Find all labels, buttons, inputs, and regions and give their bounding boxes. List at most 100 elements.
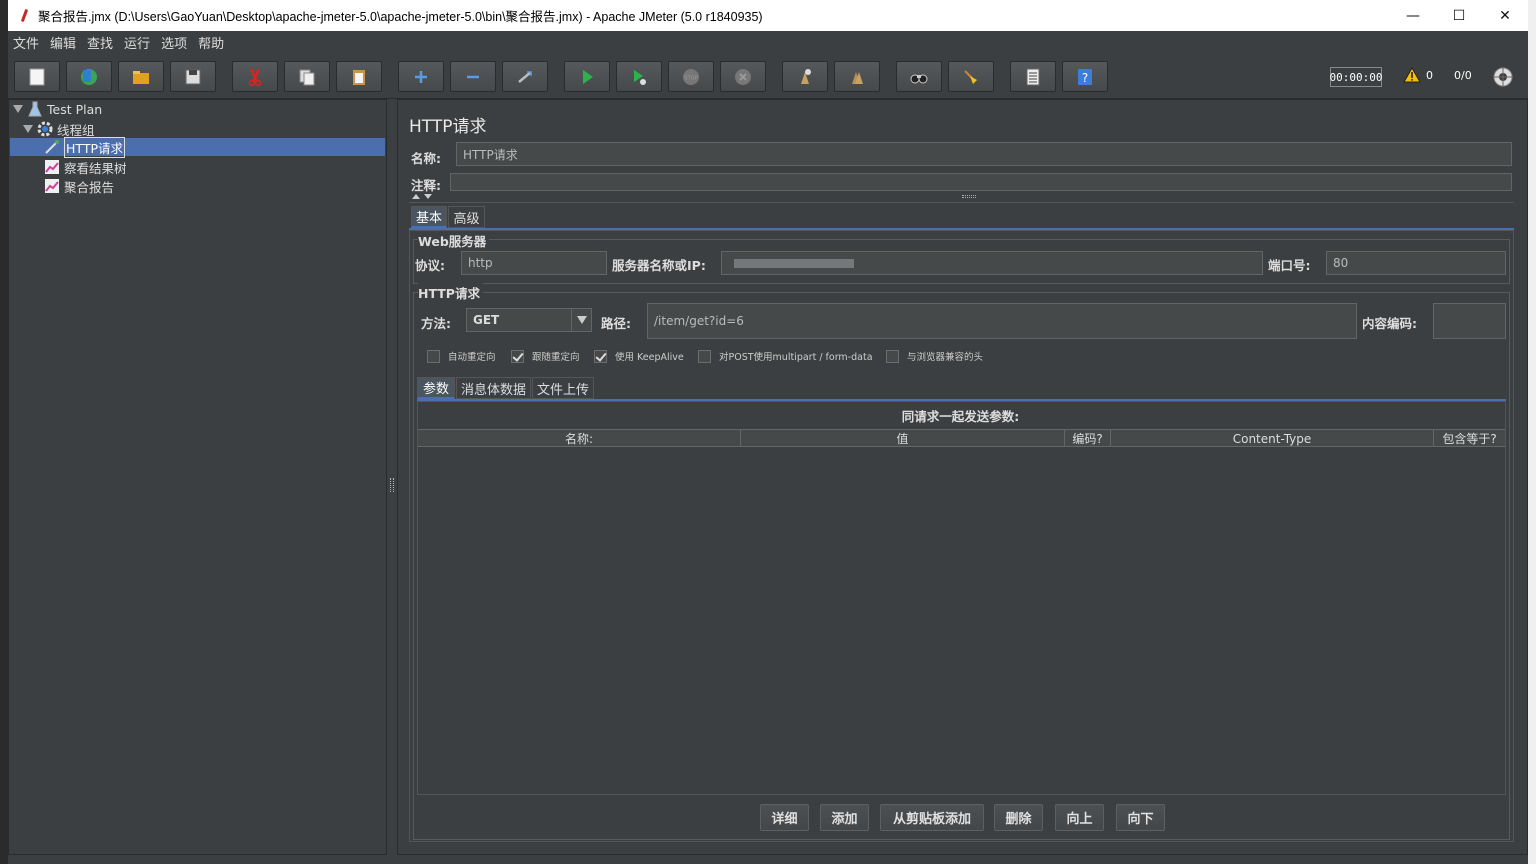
tree-item-test-plan[interactable]: Test Plan	[13, 100, 102, 118]
parameters-table-body[interactable]	[418, 448, 1505, 794]
checkbox-box[interactable]	[427, 349, 440, 363]
comment-resize-grip[interactable]	[962, 195, 976, 198]
menu-options[interactable]: 选项	[156, 33, 193, 52]
follow-redirects-checkbox[interactable]: 跟随重定向	[511, 349, 580, 363]
table-buttons: 详细 添加 从剪贴板添加 删除 向上 向下	[398, 804, 1523, 832]
protocol-input[interactable]: http	[461, 251, 607, 275]
jmeter-feather-icon	[18, 8, 32, 24]
expand-button[interactable]	[398, 61, 444, 92]
open-button[interactable]	[118, 61, 164, 92]
listener-chart-icon	[44, 159, 60, 175]
keepalive-checkbox[interactable]: 使用 KeepAlive	[594, 349, 684, 363]
clear-all-button[interactable]	[834, 61, 880, 92]
start-button[interactable]	[564, 61, 610, 92]
new-button[interactable]	[14, 61, 60, 92]
cut-button[interactable]	[232, 61, 278, 92]
clipboard-icon	[353, 69, 365, 85]
window-title: 聚合报告.jmx (D:\Users\GaoYuan\Desktop\apach…	[38, 10, 763, 24]
tab-body-data[interactable]: 消息体数据	[456, 377, 531, 399]
tree-item-view-results-tree[interactable]: 察看结果树	[44, 158, 127, 176]
web-server-group-title: Web服务器	[418, 231, 490, 250]
tree-item-label: 聚合报告	[64, 179, 115, 195]
function-helper-button[interactable]	[1010, 61, 1056, 92]
http-request-group-title: HTTP请求	[418, 283, 483, 302]
split-pane-divider[interactable]	[387, 99, 397, 855]
tab-advanced[interactable]: 高级	[448, 206, 485, 228]
collapse-button[interactable]	[450, 61, 496, 92]
tab-basic[interactable]: 基本	[411, 206, 447, 228]
tree-item-thread-group[interactable]: 线程组	[23, 120, 95, 138]
expanded-triangle-icon[interactable]	[13, 105, 23, 113]
name-input[interactable]: HTTP请求	[456, 142, 1512, 166]
column-header-content-type[interactable]: Content-Type	[1111, 430, 1434, 447]
stop-button[interactable]: STOP	[668, 61, 714, 92]
browser-compatible-headers-checkbox[interactable]: 与浏览器兼容的头	[886, 349, 983, 363]
multipart-checkbox[interactable]: 对POST使用multipart / form-data	[698, 349, 873, 363]
content-encoding-input[interactable]	[1433, 303, 1506, 339]
comment-input[interactable]	[450, 173, 1512, 191]
paste-button[interactable]	[336, 61, 382, 92]
move-down-button[interactable]: 向下	[1116, 804, 1165, 831]
column-header-name[interactable]: 名称:	[418, 430, 741, 447]
toggle-button[interactable]	[502, 61, 548, 92]
menu-search[interactable]: 查找	[82, 33, 119, 52]
method-label: 方法:	[421, 316, 451, 331]
expanded-triangle-icon[interactable]	[23, 125, 33, 133]
close-button[interactable]: ✕	[1482, 0, 1528, 31]
collapse-arrows-icon[interactable]	[411, 192, 435, 200]
reset-search-button[interactable]	[948, 61, 994, 92]
column-header-include-equals[interactable]: 包含等于?	[1434, 430, 1505, 447]
play-no-timer-icon	[634, 69, 646, 85]
shutdown-button[interactable]	[720, 61, 766, 92]
remote-globe-icon[interactable]	[1492, 66, 1514, 88]
method-select[interactable]: GET	[466, 308, 592, 332]
warning-indicator[interactable]: 0	[1403, 67, 1433, 83]
split-grip[interactable]	[390, 478, 394, 492]
http-request-editor: HTTP请求 名称: HTTP请求 注释: 基本 高级 Web服务器 协议: h…	[397, 99, 1528, 855]
server-name-label: 服务器名称或IP:	[612, 258, 706, 273]
templates-icon	[81, 68, 97, 85]
minimize-button[interactable]: —	[1390, 0, 1436, 31]
move-up-button[interactable]: 向上	[1055, 804, 1104, 831]
templates-button[interactable]	[66, 61, 112, 92]
tree-item-aggregate-report[interactable]: 聚合报告	[44, 177, 114, 195]
add-button[interactable]: 添加	[820, 804, 869, 831]
server-name-input[interactable]	[721, 251, 1263, 275]
tree-item-http-request[interactable]: HTTP请求	[10, 136, 385, 158]
auto-redirect-checkbox[interactable]: 自动重定向	[427, 349, 496, 363]
start-no-pauses-button[interactable]	[616, 61, 662, 92]
checkbox-box[interactable]	[594, 349, 607, 363]
panel-title: HTTP请求	[409, 117, 487, 137]
tab-files-upload[interactable]: 文件上传	[532, 377, 594, 399]
column-header-encode[interactable]: 编码?	[1065, 430, 1111, 447]
window-right-border	[1528, 0, 1536, 864]
add-from-clipboard-button[interactable]: 从剪贴板添加	[880, 804, 984, 831]
menu-run[interactable]: 运行	[119, 33, 156, 52]
save-button[interactable]	[170, 61, 216, 92]
tab-parameters[interactable]: 参数	[417, 377, 455, 399]
checkbox-box[interactable]	[886, 349, 899, 363]
test-plan-tree: Test Plan 线程组 HTTP请求 察看结果树 聚合报告	[8, 99, 387, 855]
maximize-button[interactable]: ☐	[1436, 0, 1482, 31]
checkbox-label: 对POST使用multipart / form-data	[719, 352, 873, 363]
checkbox-label: 跟随重定向	[532, 352, 580, 363]
port-input[interactable]: 80	[1326, 251, 1506, 275]
menu-help[interactable]: 帮助	[193, 33, 230, 52]
save-disk-icon	[185, 69, 201, 84]
checkbox-box[interactable]	[698, 349, 711, 363]
copy-button[interactable]	[284, 61, 330, 92]
clear-button[interactable]	[782, 61, 828, 92]
detail-button[interactable]: 详细	[760, 804, 809, 831]
play-icon	[583, 69, 593, 84]
menu-edit[interactable]: 编辑	[45, 33, 82, 52]
column-header-value[interactable]: 值	[741, 430, 1065, 447]
path-input[interactable]: /item/get?id=6	[647, 303, 1357, 339]
parameters-title: 同请求一起发送参数:	[901, 409, 1020, 424]
thread-group-gear-icon	[37, 121, 53, 137]
help-button[interactable]: ?	[1062, 61, 1108, 92]
delete-button[interactable]: 删除	[994, 804, 1043, 831]
dropdown-arrow-icon[interactable]	[571, 309, 591, 331]
checkbox-box[interactable]	[511, 349, 524, 363]
search-button[interactable]	[896, 61, 942, 92]
menu-file[interactable]: 文件	[8, 33, 45, 52]
